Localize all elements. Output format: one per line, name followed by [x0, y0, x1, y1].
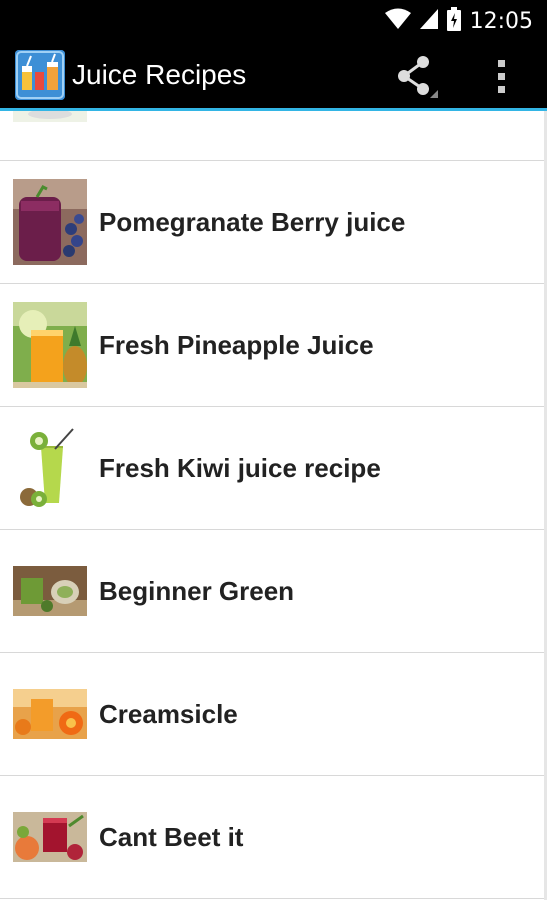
list-item[interactable]: Creamsicle — [0, 653, 547, 776]
wifi-icon — [384, 8, 411, 35]
list-item[interactable]: Beginner Green — [0, 530, 547, 653]
list-item[interactable]: Fresh Pineapple Juice — [0, 284, 547, 407]
action-bar: Juice Recipes — [0, 40, 547, 110]
list-item-label: Cant Beet it — [99, 822, 244, 852]
recipe-list[interactable]: Pomegranate Berry juice Fresh Pineapple … — [0, 111, 547, 900]
more-vertical-icon — [484, 60, 520, 102]
app-logo-icon[interactable] — [15, 50, 65, 100]
green-juice-thumbnail-icon — [13, 566, 87, 616]
list-item[interactable]: Fresh Kiwi juice recipe — [0, 407, 547, 530]
list-item[interactable]: Pomegranate Berry juice — [0, 161, 547, 284]
share-icon — [392, 56, 438, 102]
green-juice-thumbnail-icon — [13, 111, 87, 122]
list-item-label: Pomegranate Berry juice — [99, 207, 406, 237]
list-item-label: Fresh Kiwi juice recipe — [99, 453, 381, 483]
app-title: Juice Recipes — [72, 59, 247, 90]
kiwi-juice-thumbnail-icon — [13, 425, 87, 511]
status-time: 12:05 — [469, 8, 533, 34]
list-item[interactable] — [0, 111, 547, 161]
beet-juice-thumbnail-icon — [13, 812, 87, 862]
status-bar: 12:05 — [0, 0, 547, 40]
overflow-menu-button[interactable] — [484, 54, 520, 98]
battery-icon — [446, 6, 461, 36]
pineapple-juice-thumbnail-icon — [13, 302, 87, 388]
list-item-label: Beginner Green — [99, 576, 295, 606]
cell-signal-icon — [419, 8, 438, 34]
status-icons: 12:05 — [384, 6, 533, 36]
orange-juice-thumbnail-icon — [13, 689, 87, 739]
list-item-label: Creamsicle — [99, 699, 238, 729]
share-button[interactable] — [392, 54, 438, 98]
list-item[interactable]: Cant Beet it — [0, 776, 547, 899]
berry-juice-thumbnail-icon — [13, 179, 87, 265]
list-item-label: Fresh Pineapple Juice — [99, 330, 374, 360]
